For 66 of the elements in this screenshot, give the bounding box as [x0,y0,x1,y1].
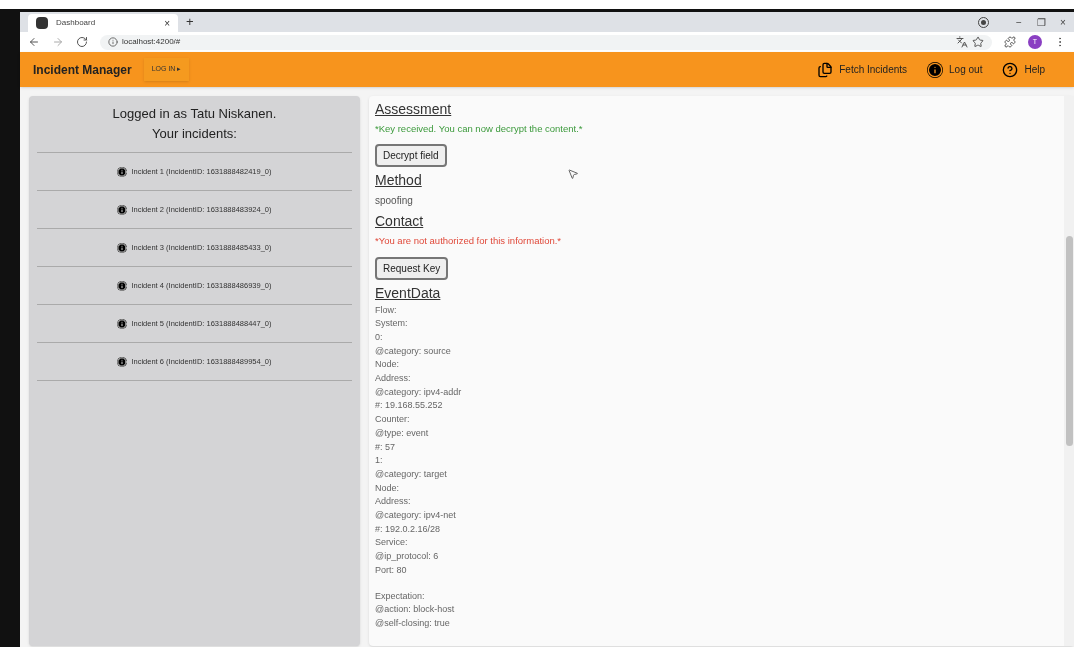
event-data-line: @category: target [375,467,448,481]
window-control-button[interactable]: ❐ [1030,14,1052,30]
event-data-line: @category: source [375,344,452,358]
event-data-line: System: [375,317,409,331]
app-title: Incident Manager [33,61,132,79]
event-data-line: @category: ipv4-addr [375,385,463,399]
event-data-line: @category: ipv4-net [375,509,457,523]
window-control-button[interactable]: − [1008,14,1030,30]
new-tab-button[interactable]: + [178,12,202,32]
scrollbar-thumb[interactable] [1065,236,1073,446]
info-icon [117,166,128,177]
documents-icon [817,61,834,78]
success-message: *Key received. You can now decrypt the content.* [375,122,583,136]
section-heading: Contact [375,212,424,231]
event-data-line: Counter: [375,413,411,427]
event-data-line: Node: [375,481,401,495]
event-data-line: Address: [375,495,412,509]
window-control-button[interactable]: × [1052,14,1074,30]
help-icon [1002,61,1019,78]
event-data-line: Address: [375,372,412,385]
action-button[interactable]: Request Key [375,256,449,280]
record-icon [979,17,988,27]
info-icon [117,318,128,329]
info-icon [117,242,128,253]
event-data-line: Expectation: [375,589,426,603]
panel-heading: Logged in as Tatu Niskanen. [112,105,277,123]
browser-tab[interactable]: Dashboard × [28,14,178,32]
toolbar-button[interactable]: Fetch Incidents [817,61,908,78]
action-button[interactable]: Decrypt field [375,144,447,168]
event-data-line: Node: [375,358,401,372]
close-tab-button[interactable]: × [164,15,170,31]
reload-icon[interactable] [76,36,88,48]
back-icon[interactable] [28,36,40,48]
mouse-cursor-icon [567,168,579,180]
tab-title: Dashboard [56,17,97,29]
toolbar-button[interactable]: Log out [927,61,983,78]
event-data-line: Port: 80 [375,563,408,577]
panel-heading: Your incidents: [152,125,237,143]
event-data-line: @ip_protocol: 6 [375,550,440,564]
url-field[interactable]: localhost:4200/# [100,34,992,50]
error-message: *You are not authorized for this information.* [375,234,562,249]
toolbar-button[interactable]: Help [1002,61,1045,78]
info-icon [117,204,128,215]
info-icon [927,61,944,78]
section-heading: Method [375,171,422,190]
field-value: spoofing [375,194,413,209]
event-data-line: #: 192.0.2.16/28 [375,522,442,536]
event-data-line: #: 57 [375,440,397,454]
app-logo-icon [36,17,48,29]
star-icon[interactable] [972,36,984,48]
section-heading: EventData [375,283,441,302]
event-data-line: 0: [375,330,384,344]
section-heading: Assessment [375,100,452,118]
url-text: localhost:4200/# [122,36,182,48]
info-icon [117,356,128,367]
event-data-line: Service: [375,536,409,550]
translate-icon[interactable] [956,36,968,48]
info-icon [108,37,118,47]
info-icon [117,280,128,291]
event-data-line: #: 19.168.55.252 [375,399,444,413]
event-data-line: @action: block-host [375,603,456,617]
event-data-line: Flow: [375,303,398,317]
event-data-line: @self-closing: true [375,616,451,630]
puzzle-icon[interactable] [1004,36,1016,48]
event-data-line: 1: [375,454,384,468]
event-data-line: @type: event [375,426,430,440]
